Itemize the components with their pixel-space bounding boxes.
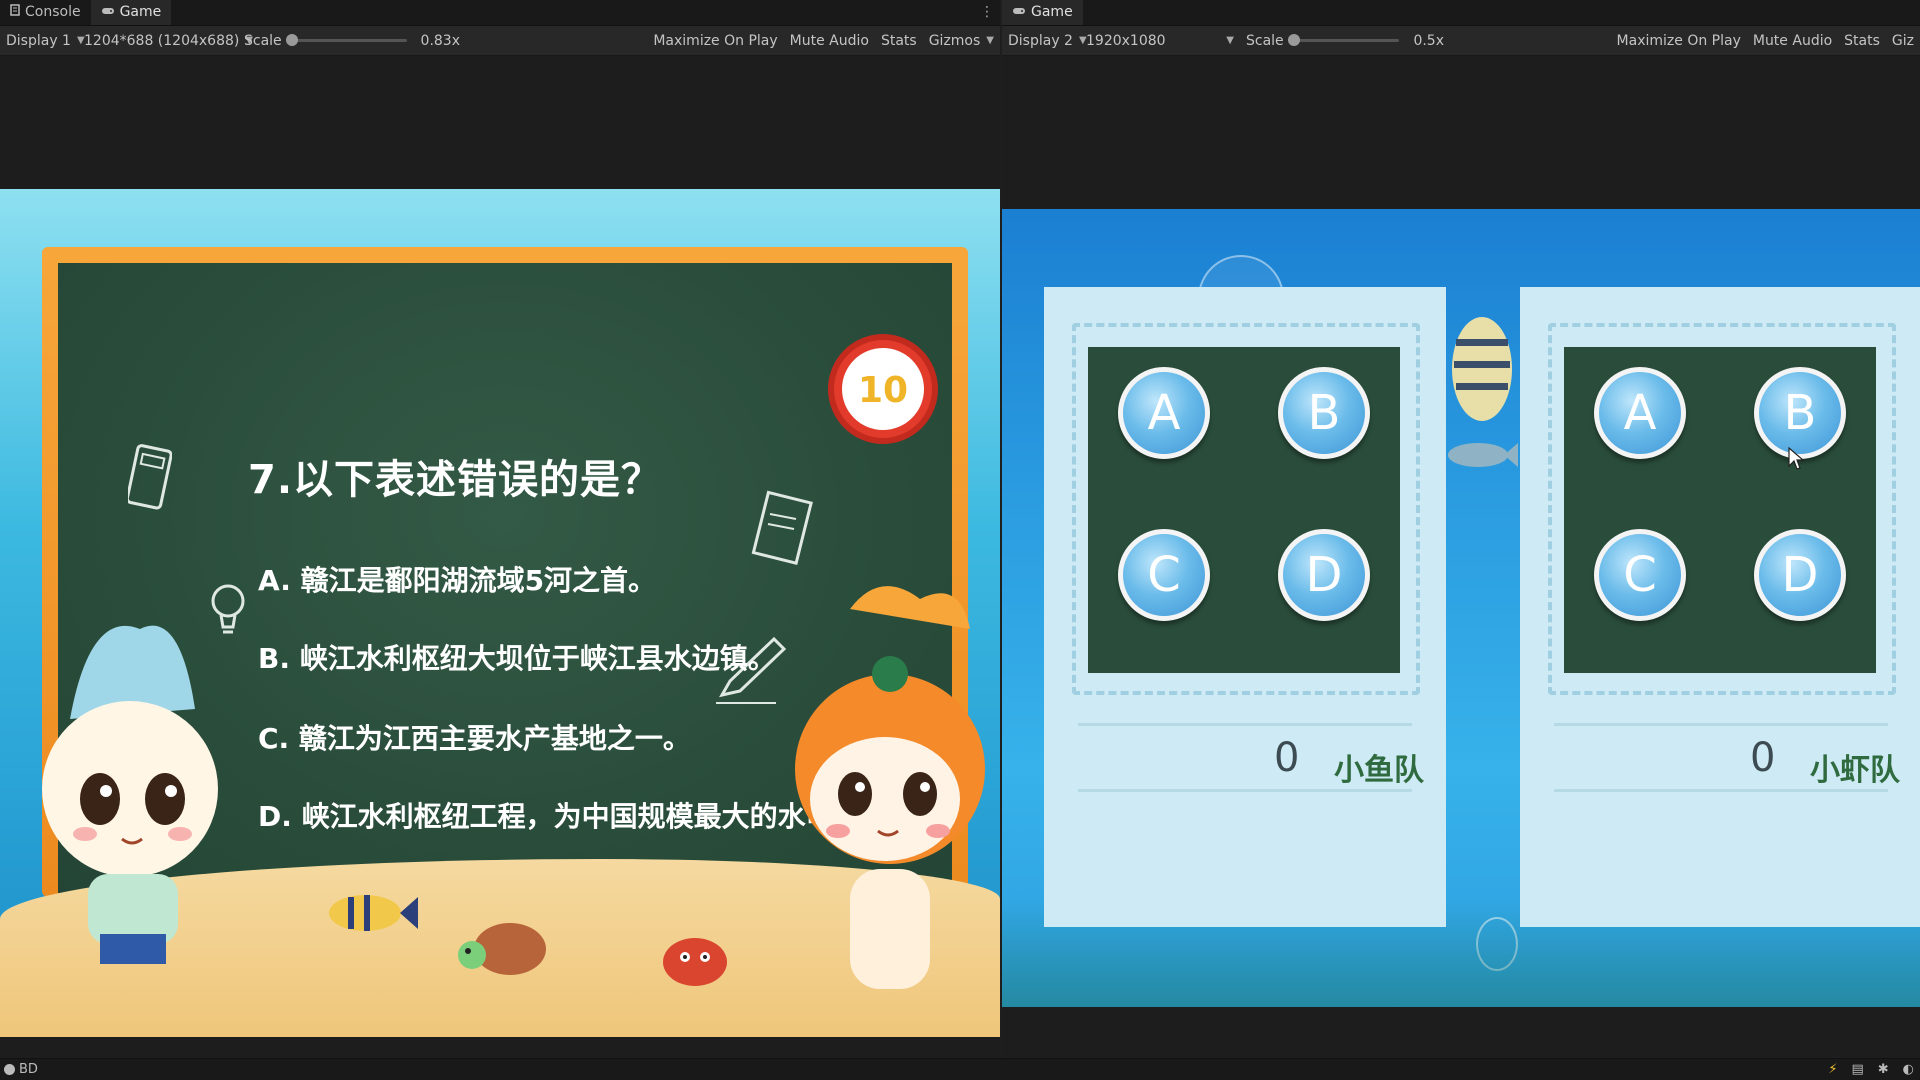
status-text: BD (19, 1062, 38, 1077)
stats-button[interactable]: Stats (1838, 33, 1886, 49)
scale-control: Scale 0.5x (1246, 32, 1444, 49)
team-name: 小虾队 (1810, 753, 1900, 788)
scale-slider-knob[interactable] (1287, 34, 1300, 46)
timer-value: 10 (857, 370, 909, 411)
resolution-dropdown[interactable]: 1204*688 (1204x688) ▼ (78, 33, 253, 49)
console-icon (10, 4, 20, 20)
divider-line (1554, 789, 1888, 792)
quiz-scene: 7.以下表述错误的是？ A. 赣江是鄱阳湖流域5河之首。 B. 峡江水利枢纽大坝… (0, 189, 1000, 1037)
scale-value: 0.5x (1413, 32, 1444, 49)
left-game-viewport: 7.以下表述错误的是？ A. 赣江是鄱阳湖流域5河之首。 B. 峡江水利枢纽大坝… (0, 57, 1000, 1057)
mouse-cursor-icon (1788, 446, 1805, 475)
bug-icon[interactable]: ✱ (1878, 1062, 1889, 1077)
right-game-toolbar: Display 2 ▼ 1920x1080 ▼ Scale 0.5x Maxim… (1002, 26, 1920, 56)
chevron-down-icon: ▼ (1226, 35, 1234, 46)
countdown-timer: 10 (828, 334, 938, 444)
option-a-text: A. 赣江是鄱阳湖流域5河之首。 (258, 564, 657, 597)
answer-button-c[interactable]: C (1594, 529, 1686, 621)
striped-fish-decoration (1442, 309, 1522, 433)
turtle-character (450, 907, 560, 991)
team-panel-2: A B C D 0 小虾队 (1520, 287, 1920, 927)
gizmos-button[interactable]: Giz (1886, 33, 1920, 49)
clock-face: 10 (842, 348, 924, 430)
left-game-toolbar: Display 1 ▼ 1204*688 (1204x688) ▼ Scale … (0, 26, 1000, 56)
info-icon (4, 1064, 15, 1075)
more-options-icon[interactable]: ⋮ (980, 4, 994, 20)
answer-button-c[interactable]: C (1118, 529, 1210, 621)
answer-button-b[interactable]: B (1754, 367, 1846, 459)
display-dropdown[interactable]: Display 1 ▼ (0, 33, 85, 49)
display-dropdown[interactable]: Display 2 ▼ (1002, 33, 1087, 49)
tab-console-label: Console (25, 4, 81, 20)
scale-control: Scale 0.83x (244, 32, 460, 49)
team-panel-1: A B C D 0 小鱼队 (1044, 287, 1446, 927)
answer-button-a[interactable]: A (1118, 367, 1210, 459)
resolution-dropdown[interactable]: 1920x1080 ▼ (1080, 33, 1240, 49)
layers-icon[interactable]: ▤ (1851, 1062, 1863, 1077)
mute-audio-button[interactable]: Mute Audio (1747, 33, 1838, 49)
maximize-on-play-button[interactable]: Maximize On Play (647, 33, 783, 49)
stats-button[interactable]: Stats (875, 33, 923, 49)
scale-value: 0.83x (420, 32, 460, 49)
mascot-fish-character (780, 569, 1000, 1033)
left-tabbar: Console Game ⋮ (0, 0, 1000, 26)
settings-icon[interactable]: ◐ (1903, 1062, 1914, 1077)
option-b-text: B. 峡江水利枢纽大坝位于峡江县水边镇。 (258, 642, 776, 675)
scale-slider-knob[interactable] (285, 34, 298, 46)
small-fish-decoration (1442, 435, 1518, 479)
lightning-icon[interactable]: ⚡ (1828, 1062, 1837, 1077)
right-game-viewport: A B C D 0 小鱼队 A B C D 0 小虾队 (1002, 57, 1920, 1057)
striped-fish-character (320, 885, 420, 945)
maximize-on-play-button[interactable]: Maximize On Play (1611, 33, 1747, 49)
team-score: 0 (1750, 735, 1776, 781)
calculator-doodle-icon (125, 444, 173, 516)
mascot-boy-character (30, 589, 230, 993)
answer-button-d[interactable]: D (1278, 529, 1370, 621)
team-score: 0 (1274, 735, 1300, 781)
tab-console[interactable]: Console (0, 0, 91, 25)
right-tabbar: Game (1002, 0, 1920, 26)
tab-game-label: Game (119, 4, 162, 20)
gizmos-button[interactable]: Gizmos ▼ (923, 33, 1000, 49)
status-bar: BD ⚡ ▤ ✱ ◐ (0, 1058, 1920, 1080)
tab-game-label: Game (1031, 4, 1073, 20)
scale-slider[interactable] (1287, 34, 1400, 46)
divider-line (1554, 723, 1888, 726)
answer-button-d[interactable]: D (1754, 529, 1846, 621)
gamepad-icon (101, 4, 115, 20)
tab-game-left[interactable]: Game (90, 0, 172, 25)
divider-line (1078, 789, 1412, 792)
crab-character (650, 917, 740, 1001)
question-text: 7.以下表述错误的是？ (248, 457, 663, 503)
option-c-text: C. 赣江为江西主要水产基地之一。 (258, 722, 691, 755)
paper-doodle-icon (750, 489, 816, 575)
tab-game-right[interactable]: Game (1002, 0, 1083, 25)
divider-line (1078, 723, 1412, 726)
team-name: 小鱼队 (1334, 753, 1424, 788)
mute-audio-button[interactable]: Mute Audio (784, 33, 875, 49)
answer-button-a[interactable]: A (1594, 367, 1686, 459)
chevron-down-icon: ▼ (986, 35, 994, 46)
answer-button-b[interactable]: B (1278, 367, 1370, 459)
scale-slider[interactable] (285, 34, 407, 46)
gamepad-icon (1012, 4, 1026, 20)
answer-scene: A B C D 0 小鱼队 A B C D 0 小虾队 (1002, 209, 1920, 1007)
